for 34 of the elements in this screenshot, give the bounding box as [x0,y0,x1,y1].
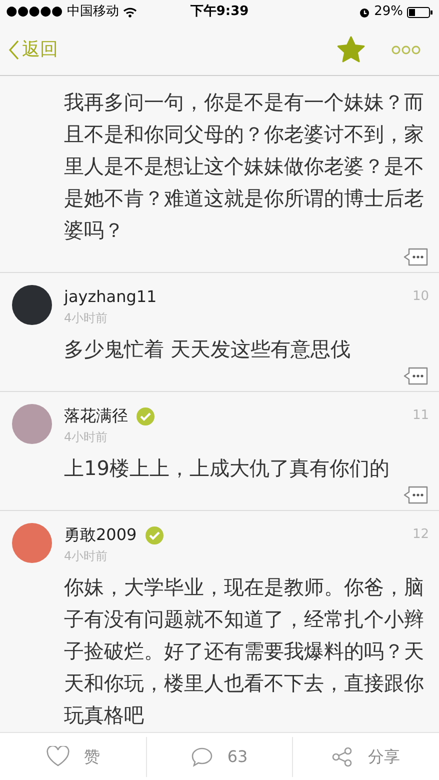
username[interactable]: jayzhang11 [64,285,157,309]
reply-bubble-icon[interactable] [403,486,429,504]
post-time: 4小时前 [64,548,109,565]
alarm-icon [359,6,370,18]
carrier-text: ●●●●● 中国移动 [6,3,119,22]
reply-bubble-icon[interactable] [403,367,429,385]
comments-button[interactable]: 63 [191,744,248,768]
back-chevron-icon [8,38,20,60]
floor-number: 12 [412,526,429,544]
comment-text: 我再多问一句，你是不是有一个妹妹？而且不是和你同父母的？你老婆讨不到，家里人是不是想让这个妹妹做你老婆？是不是她不肯？难道这就是你所谓的博士后老婆吗？ [64,89,425,244]
username[interactable]: 勇敢2009 [64,523,137,547]
clock-text: 下午9:39 [190,3,249,22]
comment-text: 上19楼上上，上成大仇了真有你们的 [64,455,390,482]
username[interactable]: 落花满径 [64,404,128,428]
post-time: 4小时前 [64,429,109,446]
avatar-photo [12,404,52,444]
wifi-icon [122,6,137,18]
comment-text: 你妹，大学毕业，现在是教师。你爸，脑子有没有问题就不知道了，经常扎个小辫子捡破烂。好了还有需要我爆料的吗？天天和你玩，楼里人也看不下去，直接跟你玩真格吧 [64,574,425,729]
comment-text: 多少鬼忙着 天天发这些有意思伐 [64,336,352,363]
share-nodes-icon [332,746,354,766]
post-time: 4小时前 [64,310,109,327]
back-button[interactable]: 返回 [8,36,58,63]
battery-text: 29% [374,3,403,22]
floor-number: 11 [412,407,429,426]
floor-number: 10 [412,288,429,306]
heart-icon [46,746,70,767]
avatar-photo [12,523,52,563]
speech-bubble-icon [191,746,214,766]
favorite-star-icon[interactable] [337,36,365,63]
avatar-photo [12,285,52,325]
share-button[interactable]: 分享 [332,744,400,768]
like-button[interactable]: 赞 [46,744,100,768]
reply-bubble-icon[interactable] [403,248,429,266]
battery-icon [407,6,433,18]
